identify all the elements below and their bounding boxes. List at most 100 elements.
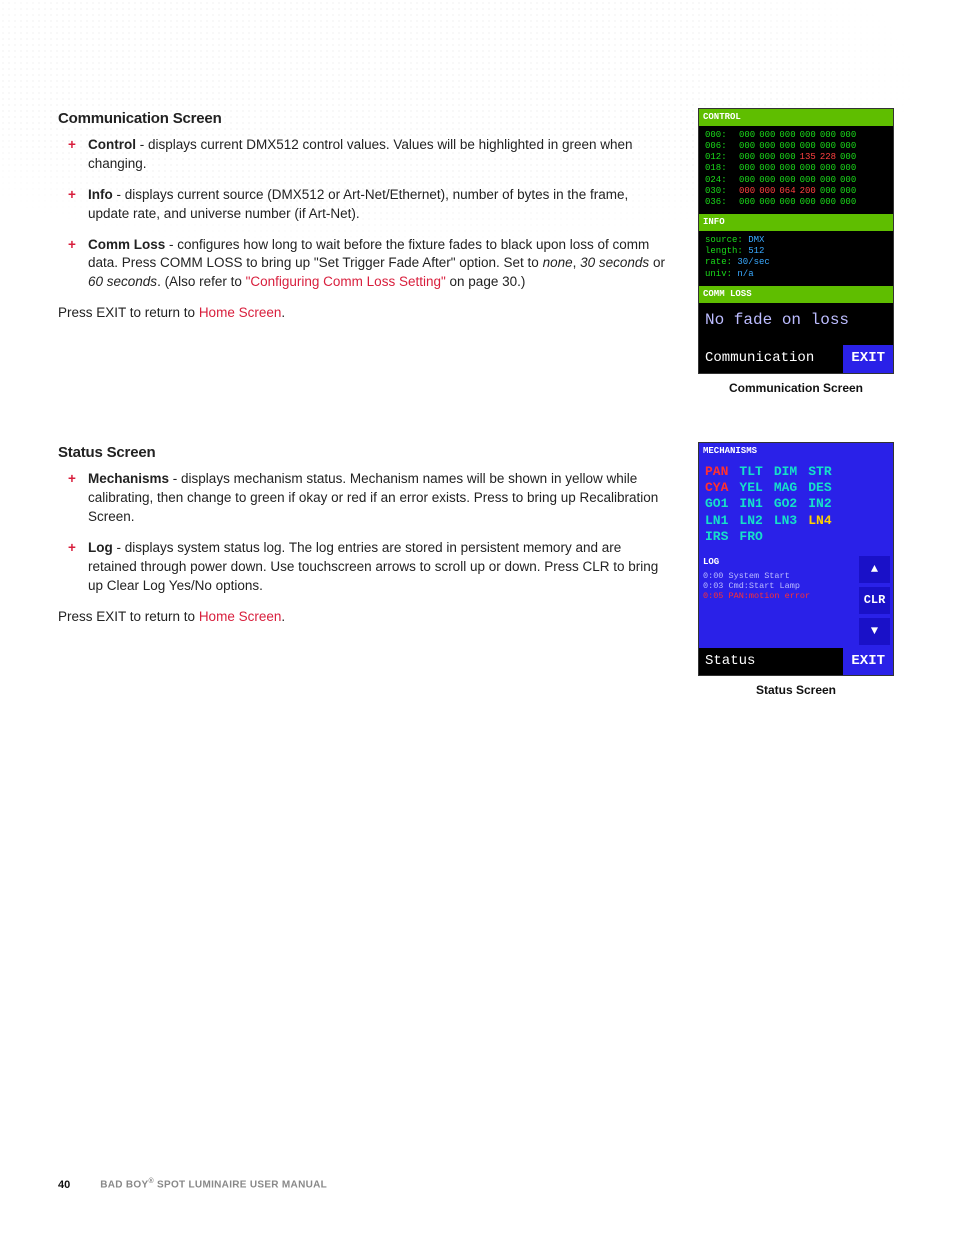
footer-title-b: SPOT LUMINAIRE USER MANUAL <box>154 1180 327 1191</box>
scroll-down-button[interactable]: ▼ <box>859 618 890 645</box>
desc-control: - displays current DMX512 control values… <box>88 137 633 171</box>
comm-value: 000 <box>820 186 836 197</box>
comm-value: 000 <box>820 197 836 208</box>
comm-value: 000 <box>820 141 836 152</box>
link-commloss-config[interactable]: "Configuring Comm Loss Setting" <box>246 274 446 289</box>
comm-value: 000 <box>779 130 795 141</box>
comm-value: 000 <box>759 141 775 152</box>
comm-footer-title: Communication <box>699 345 843 373</box>
comm-value: 000 <box>739 186 755 197</box>
comm-value: 135 <box>800 152 816 163</box>
comm-control-body: 000:000000000000000000006:00000000000000… <box>699 126 893 215</box>
comm-value: 000 <box>779 152 795 163</box>
mechanism-row: PANTLTDIMSTR <box>705 464 887 480</box>
comm-values: 000000000000000000 <box>739 130 887 141</box>
term-log: Log <box>88 540 113 555</box>
log-line: 0:05 PAN:motion error <box>703 591 855 601</box>
link-home-screen-1[interactable]: Home Screen <box>199 305 282 320</box>
comm-info-row: source: DMX <box>705 235 887 246</box>
comm-value: 000 <box>739 163 755 174</box>
communication-section: Communication Screen Control - displays … <box>58 108 896 396</box>
comm-address: 000: <box>705 130 733 141</box>
mechanism-cell: LN4 <box>808 513 831 529</box>
desc-commloss-c: on page 30.) <box>446 274 526 289</box>
status-bullets: Mechanisms - displays mechanism status. … <box>58 470 666 595</box>
mechanisms-body[interactable]: PANTLTDIMSTRCYAYELMAGDESGO1IN1GO2IN2LN1L… <box>699 460 893 553</box>
status-figure-column: MECHANISMS PANTLTDIMSTRCYAYELMAGDESGO1IN… <box>696 442 896 699</box>
mechanism-cell: MAG <box>774 480 797 496</box>
bullet-log: Log - displays system status log. The lo… <box>84 539 666 596</box>
comm-exit-suffix: . <box>281 305 285 320</box>
comm-value: 000 <box>820 163 836 174</box>
communication-screen-mock: CONTROL 000:000000000000000000006:000000… <box>698 108 894 374</box>
comm-value: 000 <box>779 197 795 208</box>
comm-value: 000 <box>800 163 816 174</box>
status-exit-button[interactable]: EXIT <box>843 648 893 676</box>
communication-text-column: Communication Screen Control - displays … <box>58 108 666 396</box>
status-caption: Status Screen <box>756 682 836 699</box>
status-lower: LOG 0:00 System Start0:03 Cmd:Start Lamp… <box>699 553 893 647</box>
status-footer-title: Status <box>699 648 843 676</box>
status-button-column: ▲ CLR ▼ <box>859 553 893 647</box>
bullet-control: Control - displays current DMX512 contro… <box>84 136 666 174</box>
comm-values: 000000000135228000 <box>739 152 887 163</box>
communication-caption: Communication Screen <box>729 380 863 397</box>
log-lines: 0:00 System Start0:03 Cmd:Start Lamp0:05… <box>703 571 855 602</box>
comm-control-header: CONTROL <box>699 109 893 126</box>
status-footer: Status EXIT <box>699 648 893 676</box>
opt-none: none <box>543 255 573 270</box>
comm-control-row: 036:000000000000000000 <box>705 197 887 208</box>
status-text-column: Status Screen Mechanisms - displays mech… <box>58 442 666 699</box>
mechanism-row: LN1LN2LN3LN4 <box>705 513 887 529</box>
comm-loss-value[interactable]: No fade on loss <box>699 303 893 345</box>
comm-value: 000 <box>739 130 755 141</box>
status-section: Status Screen Mechanisms - displays mech… <box>58 442 896 699</box>
comm-value: 000 <box>759 186 775 197</box>
comm-loss-header: COMM LOSS <box>699 286 893 303</box>
footer-title-a: BAD BOY <box>100 1180 148 1191</box>
comm-value: 000 <box>779 175 795 186</box>
comm-address: 012: <box>705 152 733 163</box>
comm-value: 000 <box>840 186 856 197</box>
comm-value: 000 <box>759 197 775 208</box>
comm-value: 000 <box>840 152 856 163</box>
page-number: 40 <box>58 1178 70 1193</box>
comm-control-row: 012:000000000135228000 <box>705 152 887 163</box>
mechanism-row: GO1IN1GO2IN2 <box>705 496 887 512</box>
bullet-info: Info - displays current source (DMX512 o… <box>84 186 666 224</box>
info-key: length: <box>705 246 748 256</box>
comm-value: 000 <box>820 130 836 141</box>
comm-value: 000 <box>739 197 755 208</box>
mechanism-cell: LN3 <box>774 513 797 529</box>
page-footer: 40 BAD BOY® SPOT LUMINAIRE USER MANUAL <box>58 1177 896 1193</box>
comm-value: 000 <box>739 175 755 186</box>
clr-button[interactable]: CLR <box>859 587 890 614</box>
mechanism-cell: CYA <box>705 480 728 496</box>
comm-info-body: source: DMX length: 512 rate: 30/sec uni… <box>699 231 893 286</box>
comm-value: 000 <box>759 175 775 186</box>
comm-address: 030: <box>705 186 733 197</box>
status-screen-mock: MECHANISMS PANTLTDIMSTRCYAYELMAGDESGO1IN… <box>698 442 894 676</box>
info-key: source: <box>705 235 748 245</box>
comm-address: 006: <box>705 141 733 152</box>
comm-value: 000 <box>800 141 816 152</box>
info-value: DMX <box>748 235 764 245</box>
comm-exit-button[interactable]: EXIT <box>843 345 893 373</box>
mechanism-row: CYAYELMAGDES <box>705 480 887 496</box>
info-key: univ: <box>705 269 737 279</box>
comm-values: 000000000000000000 <box>739 141 887 152</box>
comm-value: 000 <box>840 141 856 152</box>
comm-value: 000 <box>779 141 795 152</box>
mechanism-cell: DES <box>808 480 831 496</box>
mechanism-cell: LN1 <box>705 513 728 529</box>
log-line: 0:03 Cmd:Start Lamp <box>703 581 855 591</box>
link-home-screen-2[interactable]: Home Screen <box>199 609 282 624</box>
comm-value: 000 <box>759 130 775 141</box>
mechanism-row: IRSFRO <box>705 529 887 545</box>
mechanism-cell: IRS <box>705 529 728 545</box>
comm-value: 000 <box>759 163 775 174</box>
comm-value: 064 <box>779 186 795 197</box>
mechanism-cell: DIM <box>774 464 797 480</box>
comm-address: 018: <box>705 163 733 174</box>
scroll-up-button[interactable]: ▲ <box>859 556 890 583</box>
